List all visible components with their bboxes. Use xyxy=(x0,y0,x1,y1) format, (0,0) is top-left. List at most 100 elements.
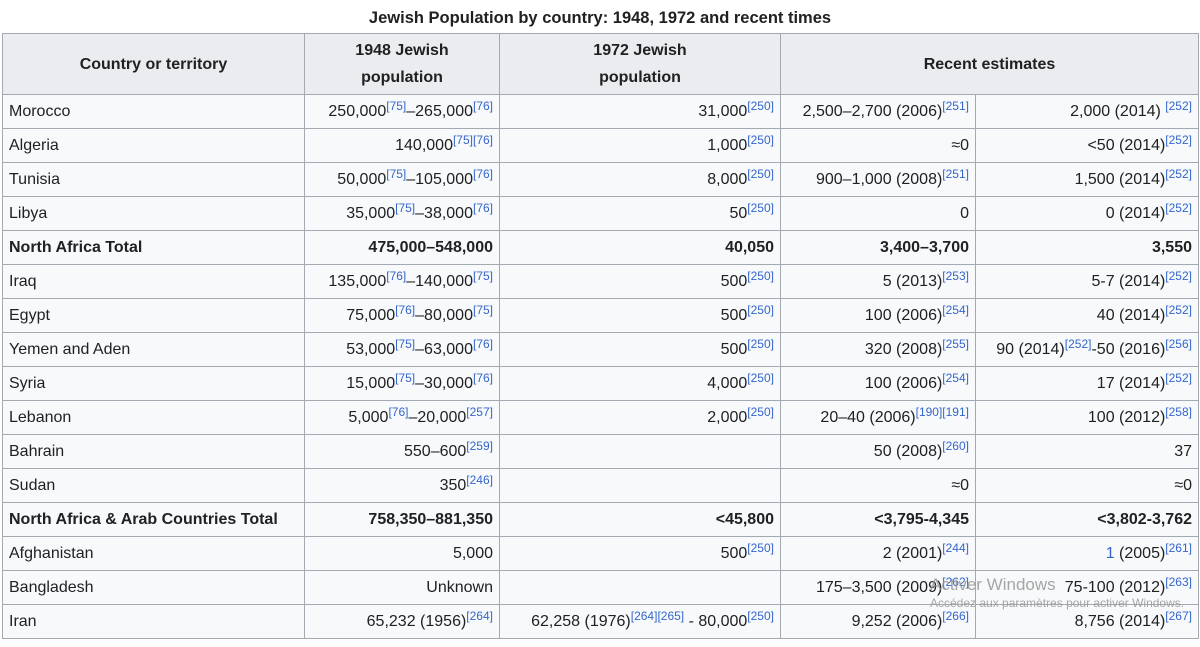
citation-link[interactable]: [246] xyxy=(466,473,493,487)
value-cell-c2: 8,000[250] xyxy=(499,162,781,197)
cell-text: 100 (2006) xyxy=(864,375,943,392)
citation-link[interactable]: [250] xyxy=(747,99,774,113)
citation-link[interactable]: [250] xyxy=(747,541,774,555)
citation-link[interactable]: [252] xyxy=(1065,337,1092,351)
citation-link[interactable]: [264][265] xyxy=(631,609,684,623)
value-cell-c3: 320 (2008)[255] xyxy=(780,332,976,367)
header-country[interactable]: Country or territory xyxy=(2,33,305,95)
cell-text: 758,350–881,350 xyxy=(368,511,493,528)
citation-link[interactable]: [75] xyxy=(473,303,493,317)
value-cell-c2: 40,050 xyxy=(499,230,781,265)
citation-link[interactable]: [261] xyxy=(1165,541,1192,555)
citation-link[interactable]: [267] xyxy=(1165,609,1192,623)
citation-link[interactable]: [76] xyxy=(473,337,493,351)
value-cell-c1: 53,000[75]–63,000[76] xyxy=(304,332,500,367)
citation-link[interactable]: [76] xyxy=(473,133,493,147)
citation-link[interactable]: [252] xyxy=(1165,269,1192,283)
citation-link[interactable]: [76] xyxy=(473,99,493,113)
citation-link[interactable]: [76] xyxy=(473,201,493,215)
citation-link[interactable]: [252] xyxy=(1165,201,1192,215)
cell-text: 175–3,500 (2009) xyxy=(815,579,943,596)
citation-link[interactable]: [255] xyxy=(942,337,969,351)
value-cell-c1: 140,000[75][76] xyxy=(304,128,500,163)
citation-link[interactable]: [250] xyxy=(747,609,774,623)
country-cell: Afghanistan xyxy=(2,536,305,571)
value-cell-c3: 100 (2006)[254] xyxy=(780,298,976,333)
citation-link[interactable]: [252] xyxy=(1165,99,1192,113)
header-1948[interactable]: 1948 Jewish population xyxy=(304,33,500,95)
citation-link[interactable]: [262] xyxy=(942,575,969,589)
citation-link[interactable]: [266] xyxy=(942,609,969,623)
country-cell: Syria xyxy=(2,366,305,401)
cell-text: 250,000 xyxy=(328,103,387,120)
citation-link[interactable]: [258] xyxy=(1165,405,1192,419)
citation-link[interactable]: [250] xyxy=(747,133,774,147)
citation-link[interactable]: [76] xyxy=(386,269,406,283)
citation-link[interactable]: [75] xyxy=(395,201,415,215)
citation-link[interactable]: [75] xyxy=(453,133,473,147)
citation-link[interactable]: [250] xyxy=(747,269,774,283)
citation-link[interactable]: [75] xyxy=(386,99,406,113)
header-recent-estimates[interactable]: Recent estimates xyxy=(780,33,1199,95)
value-cell-c4: 2,000 (2014) [252] xyxy=(975,94,1199,129)
citation-link[interactable]: [75] xyxy=(395,371,415,385)
cell-text: ≈0 xyxy=(1174,477,1192,494)
cell-text: ≈0 xyxy=(951,477,969,494)
citation-link[interactable]: [252] xyxy=(1165,133,1192,147)
cell-text: 62,258 (1976) xyxy=(531,613,631,630)
citation-link[interactable]: [264] xyxy=(466,609,493,623)
cell-text: 1,500 (2014) xyxy=(1074,171,1166,188)
value-cell-c1: 135,000[76]–140,000[75] xyxy=(304,264,500,299)
citation-link[interactable]: [75] xyxy=(395,337,415,351)
header-row: Country or territory 1948 Jewish populat… xyxy=(2,33,1199,95)
cell-text: -50 (2016) xyxy=(1091,341,1166,358)
citation-link[interactable]: [252] xyxy=(1165,371,1192,385)
value-cell-c3: 3,400–3,700 xyxy=(780,230,976,265)
citation-link[interactable]: [75] xyxy=(473,269,493,283)
citation-link[interactable]: [76] xyxy=(473,167,493,181)
citation-link[interactable]: [190][191] xyxy=(916,405,969,419)
table-row: Iraq 135,000[76]–140,000[75] 500[250] 5 (20… xyxy=(2,264,1199,299)
citation-link[interactable]: [76] xyxy=(395,303,415,317)
cell-text: 1,000 xyxy=(707,137,748,154)
citation-link[interactable]: [253] xyxy=(942,269,969,283)
citation-link[interactable]: [76] xyxy=(473,371,493,385)
cell-text: 475,000–548,000 xyxy=(368,239,493,256)
citation-link[interactable]: [252] xyxy=(1165,303,1192,317)
cell-text: - 80,000 xyxy=(684,613,748,630)
cell-text: (2005) xyxy=(1114,545,1166,562)
value-cell-c3: 20–40 (2006)[190][191] xyxy=(780,400,976,435)
citation-link[interactable]: [75] xyxy=(386,167,406,181)
citation-link[interactable]: [251] xyxy=(942,167,969,181)
citation-link[interactable]: [250] xyxy=(747,405,774,419)
citation-link[interactable]: [256] xyxy=(1165,337,1192,351)
value-cell-c4: 90 (2014)[252]-50 (2016)[256] xyxy=(975,332,1199,367)
citation-link[interactable]: [254] xyxy=(942,371,969,385)
citation-link[interactable]: [252] xyxy=(1165,167,1192,181)
citation-link[interactable]: [250] xyxy=(747,167,774,181)
citation-link[interactable]: [251] xyxy=(942,99,969,113)
cell-text: –140,000 xyxy=(406,273,473,290)
value-cell-c4: 1 (2005)[261] xyxy=(975,536,1199,571)
value-cell-c3: ≈0 xyxy=(780,468,976,503)
citation-link[interactable]: [260] xyxy=(942,439,969,453)
cell-text: 4,000 xyxy=(707,375,748,392)
value-cell-c3: 175–3,500 (2009)[262] xyxy=(780,570,976,605)
citation-link[interactable]: [250] xyxy=(747,303,774,317)
value-cell-c4: 8,756 (2014)[267] xyxy=(975,604,1199,639)
citation-link[interactable]: [76] xyxy=(388,405,408,419)
citation-link[interactable]: [263] xyxy=(1165,575,1192,589)
cell-text: 5,000 xyxy=(348,409,389,426)
value-cell-c1: 758,350–881,350 xyxy=(304,502,500,537)
cell-text: 500 xyxy=(720,545,748,562)
cell-text: 50 (2008) xyxy=(873,443,943,460)
citation-link[interactable]: [254] xyxy=(942,303,969,317)
citation-link[interactable]: [259] xyxy=(466,439,493,453)
value-cell-c4: ≈0 xyxy=(975,468,1199,503)
citation-link[interactable]: [250] xyxy=(747,371,774,385)
citation-link[interactable]: [244] xyxy=(942,541,969,555)
header-1972[interactable]: 1972 Jewish population xyxy=(499,33,781,95)
citation-link[interactable]: [250] xyxy=(747,201,774,215)
citation-link[interactable]: [257] xyxy=(466,405,493,419)
citation-link[interactable]: [250] xyxy=(747,337,774,351)
